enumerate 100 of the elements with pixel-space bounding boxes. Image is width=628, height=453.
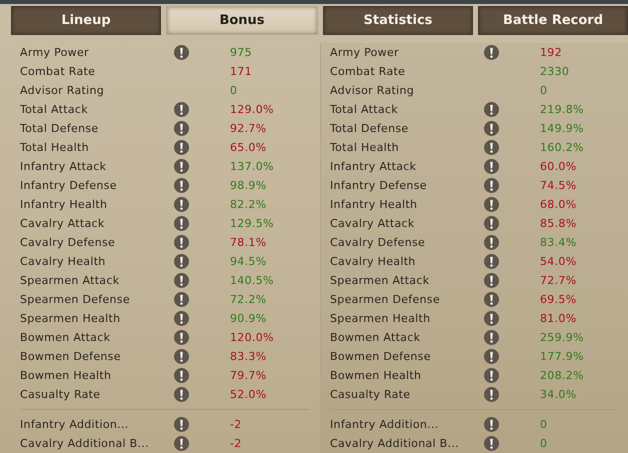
info-icon[interactable]: [484, 311, 499, 326]
stat-label: Total Health: [330, 141, 400, 154]
stat-label: Spearmen Health: [20, 312, 122, 325]
stat-label: Bowmen Defense: [20, 350, 122, 363]
stat-label: Infantry Attack: [20, 160, 108, 173]
stat-value: 2330: [540, 65, 570, 78]
stat-value: 83.4%: [540, 236, 576, 249]
info-icon[interactable]: [174, 387, 189, 402]
info-icon[interactable]: [174, 102, 189, 117]
info-icon[interactable]: [174, 197, 189, 212]
info-icon[interactable]: [484, 178, 499, 193]
stat-label: Bowmen Attack: [330, 331, 422, 344]
stat-value: 177.9%: [540, 350, 584, 363]
info-icon[interactable]: [484, 387, 499, 402]
tab[interactable]: Bonus: [166, 6, 318, 35]
info-icon[interactable]: [174, 417, 189, 432]
info-icon[interactable]: [484, 417, 499, 432]
stat-value: -2: [230, 437, 242, 450]
stat-label: Cavalry Additional B...: [330, 437, 460, 450]
info-icon[interactable]: [174, 273, 189, 288]
stat-value: 975: [230, 46, 252, 59]
stat-label: Casualty Rate: [20, 388, 102, 401]
info-icon[interactable]: [484, 235, 499, 250]
stat-label: Bowmen Health: [330, 369, 422, 382]
info-icon[interactable]: [174, 159, 189, 174]
info-icon[interactable]: [174, 436, 189, 451]
stat-label: Infantry Health: [20, 198, 108, 211]
info-icon[interactable]: [484, 349, 499, 364]
stat-value: 79.7%: [230, 369, 266, 382]
stat-label: Bowmen Attack: [20, 331, 112, 344]
stat-label: Bowmen Defense: [330, 350, 432, 363]
info-icon[interactable]: [174, 254, 189, 269]
info-icon[interactable]: [484, 216, 499, 231]
info-icon[interactable]: [174, 368, 189, 383]
stat-value: 34.0%: [540, 388, 576, 401]
stat-label: Infantry Defense: [20, 179, 118, 192]
info-icon[interactable]: [174, 330, 189, 345]
info-icon[interactable]: [484, 140, 499, 155]
stat-label: Spearmen Attack: [330, 274, 430, 287]
stat-label: Cavalry Defense: [330, 236, 426, 249]
info-icon[interactable]: [484, 102, 499, 117]
info-icon[interactable]: [484, 254, 499, 269]
info-icon[interactable]: [174, 121, 189, 136]
stat-value: 160.2%: [540, 141, 584, 154]
info-icon[interactable]: [484, 330, 499, 345]
info-icon[interactable]: [484, 121, 499, 136]
stat-label: Cavalry Defense: [20, 236, 116, 249]
stat-value: 140.5%: [230, 274, 274, 287]
stat-value: 85.8%: [540, 217, 576, 230]
info-icon[interactable]: [484, 159, 499, 174]
info-icon[interactable]: [484, 45, 499, 60]
info-icon[interactable]: [174, 140, 189, 155]
tab[interactable]: Battle Record: [478, 6, 628, 35]
stat-label: Total Defense: [330, 122, 410, 135]
stat-value: 83.3%: [230, 350, 266, 363]
info-icon[interactable]: [174, 235, 189, 250]
info-icon[interactable]: [484, 368, 499, 383]
stat-value: 129.0%: [230, 103, 274, 116]
info-icon[interactable]: [484, 436, 499, 451]
info-icon[interactable]: [174, 178, 189, 193]
stat-label: Army Power: [20, 46, 90, 59]
stat-value: 149.9%: [540, 122, 584, 135]
stat-value: 68.0%: [540, 198, 576, 211]
stat-value: -2: [230, 418, 242, 431]
info-icon[interactable]: [484, 197, 499, 212]
stat-label: Spearmen Attack: [20, 274, 120, 287]
info-icon[interactable]: [174, 349, 189, 364]
stat-label: Spearmen Defense: [20, 293, 131, 306]
info-icon[interactable]: [484, 273, 499, 288]
stat-value: 0: [540, 418, 548, 431]
stat-value: 92.7%: [230, 122, 266, 135]
info-icon[interactable]: [174, 45, 189, 60]
stat-label: Infantry Health: [330, 198, 418, 211]
stat-value: 98.9%: [230, 179, 266, 192]
stat-label: Army Power: [330, 46, 400, 59]
stat-label: Total Health: [20, 141, 90, 154]
stat-value: 78.1%: [230, 236, 266, 249]
stat-value: 90.9%: [230, 312, 266, 325]
stat-value: 0: [230, 84, 238, 97]
stat-label: Combat Rate: [20, 65, 96, 78]
stat-value: 74.5%: [540, 179, 576, 192]
stat-value: 0: [540, 84, 548, 97]
info-icon[interactable]: [174, 216, 189, 231]
stat-label: Combat Rate: [330, 65, 406, 78]
info-icon[interactable]: [484, 292, 499, 307]
stat-label: Infantry Addition...: [330, 418, 440, 431]
stat-value: 82.2%: [230, 198, 266, 211]
stat-value: 72.7%: [540, 274, 576, 287]
stat-value: 129.5%: [230, 217, 274, 230]
stat-label: Total Attack: [20, 103, 89, 116]
stat-label: Infantry Defense: [330, 179, 428, 192]
info-icon[interactable]: [174, 292, 189, 307]
stat-value: 208.2%: [540, 369, 584, 382]
tab[interactable]: Lineup: [11, 6, 161, 35]
tab[interactable]: Statistics: [322, 6, 473, 35]
stat-label: Infantry Addition...: [20, 418, 130, 431]
stat-label: Cavalry Attack: [330, 217, 416, 230]
stat-label: Bowmen Health: [20, 369, 112, 382]
info-icon[interactable]: [174, 311, 189, 326]
stat-label: Infantry Attack: [330, 160, 418, 173]
